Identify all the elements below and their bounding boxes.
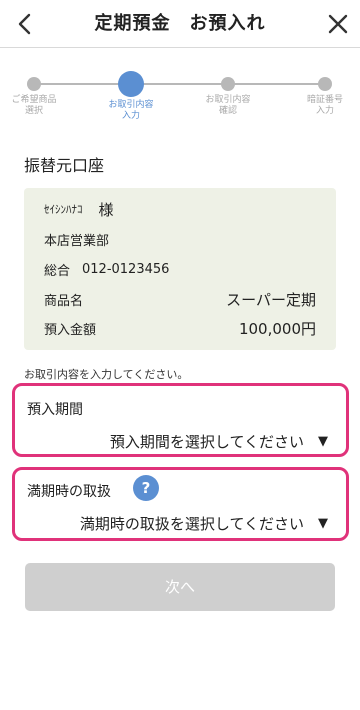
step-label: ご希望商品 選択 bbox=[11, 95, 57, 116]
account-number: 012-0123456 bbox=[82, 261, 170, 277]
instruction-text: お取引内容を入力してください。 bbox=[24, 368, 189, 381]
close-icon bbox=[328, 14, 348, 34]
product-value: スーパー定期 bbox=[226, 290, 316, 309]
step-label: 暗証番号 入力 bbox=[306, 95, 343, 116]
close-button[interactable] bbox=[320, 6, 356, 42]
holder-name: ｾｲｼﾝﾊﾅｺ bbox=[44, 203, 83, 216]
branch-row: 本店営業部 bbox=[44, 229, 316, 249]
step-dot bbox=[27, 77, 41, 91]
maturity-handling-label: 満期時の取扱 bbox=[27, 484, 111, 500]
amount-label: 預入金額 bbox=[44, 322, 97, 338]
amount-value: 100,000円 bbox=[238, 319, 316, 338]
source-account-title: 振替元口座 bbox=[24, 156, 105, 175]
step-1: ご希望商品 選択 bbox=[0, 58, 69, 117]
stepper-line bbox=[34, 83, 326, 85]
page-title: 定期預金 お預入れ bbox=[94, 13, 266, 34]
branch-name: 本店営業部 bbox=[44, 233, 110, 249]
chevron-left-icon bbox=[18, 13, 31, 35]
help-icon[interactable]: ? bbox=[133, 475, 159, 501]
deposit-period-field[interactable]: 預入期間 預入期間を選択してください ▼ bbox=[12, 383, 349, 457]
step-label: お取引内容 確認 bbox=[205, 95, 251, 116]
maturity-handling-select[interactable]: 満期時の取扱を選択してください ▼ bbox=[80, 513, 328, 534]
dropdown-arrow-icon: ▼ bbox=[318, 516, 328, 531]
step-dot bbox=[318, 77, 332, 91]
next-button[interactable]: 次へ bbox=[25, 563, 335, 611]
deposit-period-select[interactable]: 預入期間を選択してください ▼ bbox=[110, 431, 328, 452]
progress-stepper: ご希望商品 選択 お取引内容 入力 お取引内容 確認 暗証番号 入力 bbox=[0, 58, 360, 138]
amount-row: 預入金額 100,000円 bbox=[44, 318, 316, 338]
maturity-handling-field[interactable]: 満期時の取扱 ? 満期時の取扱を選択してください ▼ bbox=[12, 467, 349, 541]
account-number-row: 総合 012-0123456 bbox=[44, 259, 316, 279]
account-type: 総合 bbox=[44, 263, 71, 279]
back-button[interactable] bbox=[6, 6, 42, 42]
product-label: 商品名 bbox=[44, 293, 84, 309]
step-4: 暗証番号 入力 bbox=[290, 58, 360, 117]
account-card: ｾｲｼﾝﾊﾅｺ 様 本店営業部 総合 012-0123456 商品名 スーパー定… bbox=[24, 188, 336, 350]
deposit-period-label: 預入期間 bbox=[27, 402, 83, 418]
step-2: お取引内容 入力 bbox=[96, 58, 166, 122]
deposit-period-placeholder: 預入期間を選択してください bbox=[109, 433, 304, 451]
app-header: 定期預金 お預入れ bbox=[0, 0, 360, 48]
dropdown-arrow-icon: ▼ bbox=[318, 434, 328, 449]
holder-row: ｾｲｼﾝﾊﾅｺ 様 bbox=[44, 199, 316, 219]
step-3: お取引内容 確認 bbox=[193, 58, 263, 117]
step-label: お取引内容 入力 bbox=[108, 100, 154, 121]
holder-suffix: 様 bbox=[98, 200, 114, 219]
step-dot bbox=[221, 77, 235, 91]
maturity-handling-placeholder: 満期時の取扱を選択してください bbox=[79, 515, 304, 533]
product-row: 商品名 スーパー定期 bbox=[44, 289, 316, 309]
step-dot-active bbox=[118, 71, 144, 97]
